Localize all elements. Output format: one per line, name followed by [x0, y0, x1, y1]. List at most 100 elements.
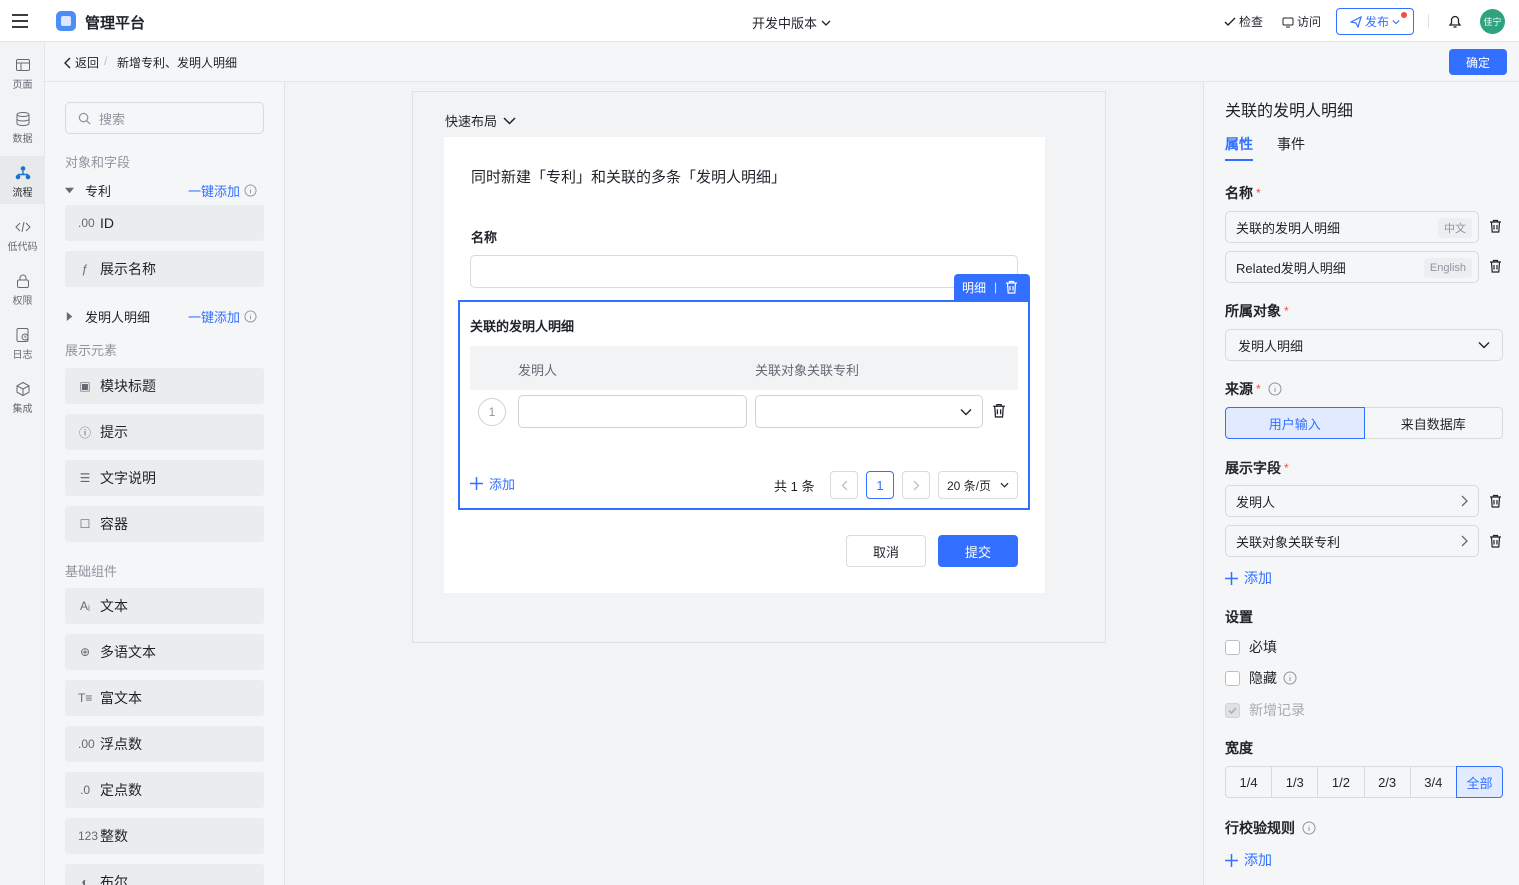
- name-input[interactable]: [470, 255, 1018, 288]
- rail-item-integrations[interactable]: 集成: [0, 372, 45, 420]
- checkbox[interactable]: [1225, 670, 1240, 686]
- rail-item-permissions[interactable]: 权限: [0, 264, 45, 312]
- info-icon[interactable]: [1283, 671, 1297, 685]
- panel-title: 关联的发明人明细: [1225, 103, 1354, 120]
- display-field-inventor[interactable]: 发明人: [1225, 485, 1479, 517]
- rail-item-data[interactable]: 数据: [0, 102, 45, 150]
- component-container[interactable]: ☐ 容器: [65, 506, 264, 542]
- component-module-title[interactable]: ▣ 模块标题: [65, 368, 264, 404]
- related-patent-select[interactable]: [755, 395, 983, 428]
- trash-icon[interactable]: [1489, 534, 1502, 548]
- component-text-description[interactable]: ☰ 文字说明: [65, 460, 264, 496]
- field-item-id[interactable]: .00 ID: [65, 205, 264, 241]
- trash-icon[interactable]: [1489, 219, 1502, 233]
- next-page-button[interactable]: [902, 471, 930, 499]
- component-integer[interactable]: 123 整数: [65, 818, 264, 854]
- tab-events[interactable]: 事件: [1277, 134, 1305, 154]
- add-field-button[interactable]: 添加: [1225, 568, 1272, 588]
- width-option-1-4[interactable]: 1/4: [1225, 766, 1273, 798]
- display-field-related-patent[interactable]: 关联对象关联专利: [1225, 525, 1479, 557]
- check-button[interactable]: 检查: [1224, 13, 1263, 30]
- quick-layout-dropdown[interactable]: 快速布局: [445, 111, 516, 130]
- source-label: 来源 *: [1225, 379, 1282, 399]
- checkbox-hidden[interactable]: 隐藏: [1225, 668, 1297, 688]
- source-option-user-input[interactable]: 用户输入: [1225, 407, 1365, 439]
- group-inventor-detail[interactable]: 发明人明细 一键添加: [65, 307, 265, 326]
- avatar[interactable]: 佳宁: [1480, 9, 1505, 34]
- component-rich-text[interactable]: T≡ 富文本: [65, 680, 264, 716]
- info-icon[interactable]: [1302, 821, 1316, 835]
- submit-button[interactable]: 提交: [938, 535, 1018, 567]
- page-button-current[interactable]: 1: [866, 471, 894, 499]
- width-label: 宽度: [1225, 740, 1253, 756]
- width-option-full[interactable]: 全部: [1455, 766, 1504, 798]
- rail-item-flow[interactable]: 流程: [0, 156, 45, 204]
- chevron-right-icon: [1461, 495, 1468, 507]
- rail-item-lowcode[interactable]: 低代码: [0, 210, 45, 258]
- row-number: 1: [478, 398, 506, 426]
- component-fixed-point[interactable]: .0 定点数: [65, 772, 264, 808]
- detail-table-block[interactable]: 关联的发明人明细 发明人 关联对象关联专利 1 添加 共 1 条 1 20 条/…: [458, 300, 1030, 510]
- rail-item-pages[interactable]: 页面: [0, 48, 45, 96]
- component-text[interactable]: Aᵢ 文本: [65, 588, 264, 624]
- width-option-1-3[interactable]: 1/3: [1271, 766, 1319, 798]
- tab-properties[interactable]: 属性: [1225, 134, 1253, 154]
- field-item-display-name[interactable]: ƒ 展示名称: [65, 251, 264, 287]
- info-icon[interactable]: [1268, 382, 1282, 396]
- plus-icon: [1225, 853, 1238, 867]
- hamburger-menu-icon[interactable]: [10, 11, 30, 31]
- chevron-down-icon: [1000, 482, 1009, 488]
- plus-icon: [1225, 571, 1238, 585]
- component-float[interactable]: .00 浮点数: [65, 726, 264, 762]
- prev-page-button[interactable]: [830, 471, 858, 499]
- width-toggle: 1/4 1/3 1/2 2/3 3/4 全部: [1225, 766, 1504, 798]
- component-panel: 搜索 对象和字段 专利 一键添加 .00 ID ƒ 展示名称 发明人明细 一键添…: [45, 82, 285, 885]
- checkbox[interactable]: [1225, 639, 1240, 655]
- info-icon: [244, 184, 257, 197]
- form-card: 同时新建「专利」和关联的多条「发明人明细」 名称 明细 | 关联的发明人明细 发…: [444, 137, 1045, 593]
- module-title-icon: ▣: [79, 379, 91, 393]
- one-click-add-link[interactable]: 一键添加: [188, 181, 257, 200]
- checkbox-required[interactable]: 必填: [1225, 637, 1277, 657]
- chevron-right-icon: [913, 480, 919, 490]
- trash-icon[interactable]: [992, 403, 1006, 418]
- inventor-input[interactable]: [518, 395, 747, 428]
- add-row-rule-button[interactable]: 添加: [1225, 850, 1272, 870]
- confirm-button[interactable]: 确定: [1449, 49, 1507, 75]
- bell-icon[interactable]: [1447, 13, 1463, 29]
- component-boolean[interactable]: ◐ 布尔: [65, 864, 264, 885]
- check-icon: [1228, 706, 1237, 714]
- text-lines-icon: ☰: [79, 471, 91, 485]
- flow-icon: [15, 166, 30, 180]
- trash-icon[interactable]: [1489, 494, 1502, 508]
- component-tip[interactable]: ⓘ 提示: [65, 414, 264, 450]
- one-click-add-link[interactable]: 一键添加: [188, 307, 257, 326]
- trash-icon[interactable]: [1005, 280, 1018, 294]
- page-size-select[interactable]: 20 条/页: [938, 471, 1018, 499]
- width-option-2-3[interactable]: 2/3: [1363, 766, 1411, 798]
- sub-header: 返回 / 新增专利、发明人明细 确定: [45, 42, 1519, 82]
- width-option-3-4[interactable]: 3/4: [1409, 766, 1457, 798]
- source-option-database[interactable]: 来自数据库: [1363, 407, 1503, 439]
- name-en-input[interactable]: Related发明人明细 English: [1225, 251, 1479, 283]
- visit-button[interactable]: 访问: [1282, 13, 1321, 30]
- search-input[interactable]: 搜索: [65, 102, 264, 134]
- object-select[interactable]: 发明人明细: [1225, 329, 1503, 361]
- send-icon: [1349, 15, 1362, 28]
- add-row-button[interactable]: 添加: [470, 474, 515, 493]
- publish-button[interactable]: 发布: [1336, 8, 1414, 35]
- group-patent[interactable]: 专利 一键添加: [65, 181, 265, 200]
- version-dropdown[interactable]: 开发中版本: [752, 13, 831, 32]
- name-zh-input[interactable]: 关联的发明人明细 中文: [1225, 211, 1479, 243]
- rail-item-logs[interactable]: 日志: [0, 318, 45, 366]
- decimal-icon: .00: [78, 216, 95, 230]
- divider: [1428, 14, 1429, 28]
- width-option-1-2[interactable]: 1/2: [1317, 766, 1365, 798]
- back-button[interactable]: 返回: [63, 54, 99, 71]
- trash-icon[interactable]: [1489, 259, 1502, 273]
- detail-selection-tag[interactable]: 明细 |: [954, 274, 1030, 300]
- detail-title: 关联的发明人明细: [470, 319, 575, 334]
- component-multilang-text[interactable]: ⊕ 多语文本: [65, 634, 264, 670]
- cancel-button[interactable]: 取消: [846, 535, 926, 567]
- chevron-down-icon: [1392, 19, 1400, 24]
